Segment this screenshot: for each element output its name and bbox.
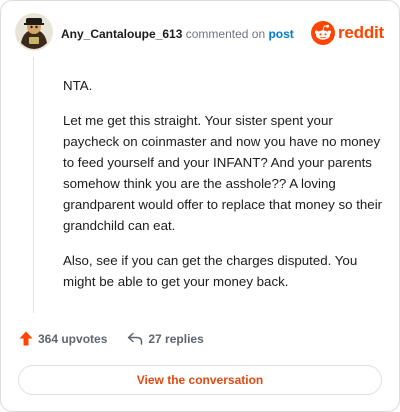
view-conversation-button[interactable]: View the conversation: [18, 365, 382, 395]
replies-button[interactable]: 27 replies: [127, 331, 204, 346]
avatar-icon: [15, 13, 53, 51]
comment-header: Any_Cantaloupe_613 commented on post: [61, 27, 294, 41]
reddit-logo-icon: [311, 21, 335, 45]
author-name[interactable]: Any_Cantaloupe_613: [61, 27, 182, 41]
upvote-button[interactable]: 364 upvotes: [19, 331, 107, 346]
reply-count: 27 replies: [148, 331, 204, 346]
comment-paragraph: NTA.: [63, 78, 93, 93]
reply-arrow-icon: [128, 332, 143, 345]
avatar[interactable]: [15, 13, 53, 51]
reddit-wordmark: reddit: [338, 23, 385, 42]
upvote-arrow-icon: [19, 331, 33, 346]
thread-line: [33, 57, 34, 313]
post-link[interactable]: post: [268, 27, 293, 41]
comment-card: Any_Cantaloupe_613 commented on post red…: [0, 0, 400, 412]
comment-paragraph: Let me get this straight. Your sister sp…: [63, 113, 383, 233]
upvote-count: 364 upvotes: [38, 331, 108, 346]
comment-paragraph: Also, see if you can get the charges dis…: [63, 253, 358, 289]
reddit-brand[interactable]: reddit: [311, 21, 384, 45]
comment-actions: 364 upvotes 27 replies: [19, 331, 204, 346]
comment-body: NTA. Let me get this straight. Your sist…: [63, 75, 385, 306]
comment-action-text: commented on: [185, 27, 266, 41]
